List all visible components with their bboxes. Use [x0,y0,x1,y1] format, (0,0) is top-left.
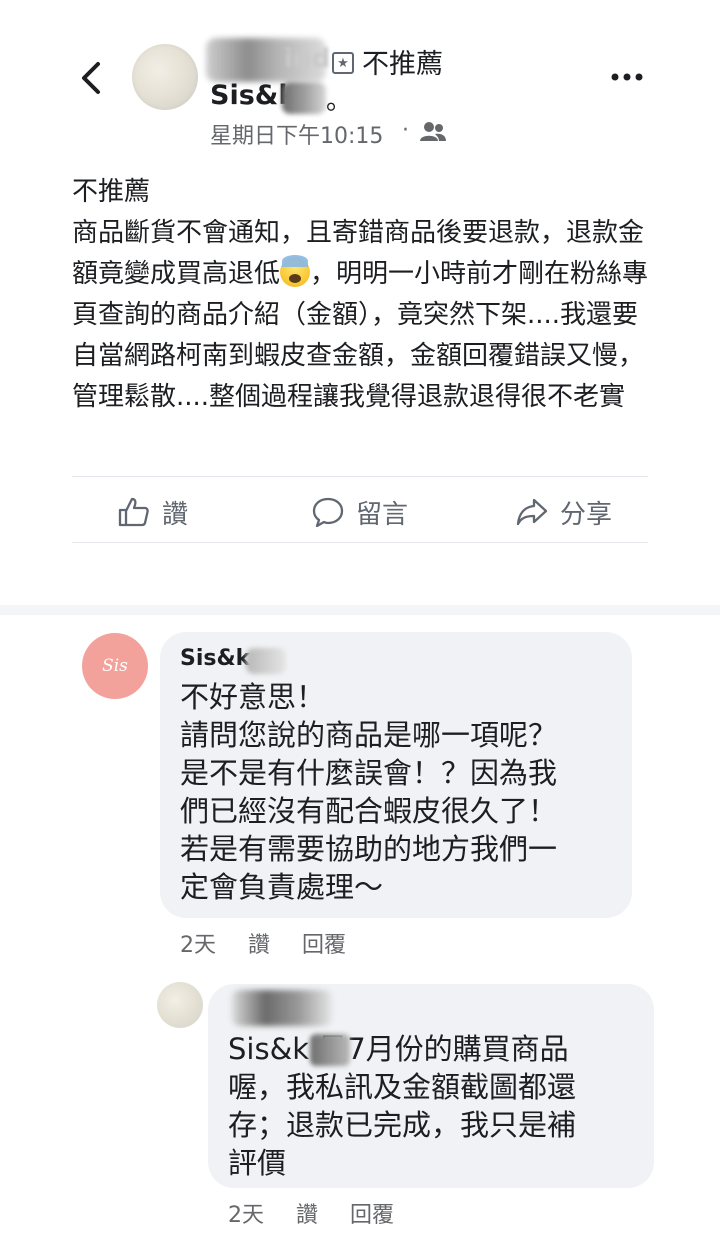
page-name-suffix: 。 [326,86,353,116]
author-name-partial: ind [284,44,331,74]
redacted-comment-author [246,648,286,674]
review-badge-icon: ★ [332,52,354,74]
reply-like-link[interactable]: 讚 [296,1197,318,1229]
reply-reply-link[interactable]: 回覆 [350,1197,394,1229]
more-icon [611,73,643,81]
brand-avatar-text: Sis [102,656,128,676]
section-separator [0,605,720,615]
review-label: 不推薦 [362,49,443,80]
share-icon [516,498,548,526]
comment-button[interactable]: 留言 [312,492,408,532]
brand-avatar[interactable]: Sis [82,633,148,699]
more-options-button[interactable] [610,64,644,90]
redacted-page-name [282,82,326,114]
comment-icon [312,497,344,527]
redacted-mention [310,1034,350,1066]
like-button[interactable]: 讚 [118,492,188,532]
comment-time: 2天 [180,933,216,958]
post-timestamp[interactable]: 星期日下午10:15 [210,118,383,150]
chevron-left-icon [82,62,100,94]
reply-author-avatar[interactable] [157,982,203,1028]
comment-text: 不好意思！ 請問您說的商品是哪一項呢？ 是不是有什麼誤會！？因為我 們已經沒有配… [180,680,558,904]
reply-time: 2天 [228,1203,264,1228]
divider [72,542,648,543]
like-label: 讚 [162,499,189,530]
scream-emoji-icon [280,255,311,287]
author-avatar[interactable] [132,44,198,110]
separator-dot: · [402,118,409,143]
comment-reply-link[interactable]: 回覆 [302,927,346,959]
comment-like-link[interactable]: 讚 [248,927,270,959]
friends-icon [420,121,446,143]
comment-label: 留言 [356,499,409,530]
reply-text: Sis&k 是7月份的購買商品 喔，我私訊及金額截圖都還 存；退款已完成，我只是… [228,1032,577,1180]
share-label: 分享 [560,499,613,530]
redacted-reply-author [232,990,332,1026]
post-body: 不推薦 商品斷貨不會通知，且寄錯商品後要退款，退款金額竟變成買高退低 ，明明一小時… [72,172,652,418]
divider [72,476,648,477]
post-title-line: 不推薦 [72,177,151,207]
comment-author[interactable]: Sis&k [180,646,250,671]
back-button[interactable] [74,58,110,98]
share-button[interactable]: 分享 [516,492,612,532]
thumbs-up-icon [118,497,149,527]
